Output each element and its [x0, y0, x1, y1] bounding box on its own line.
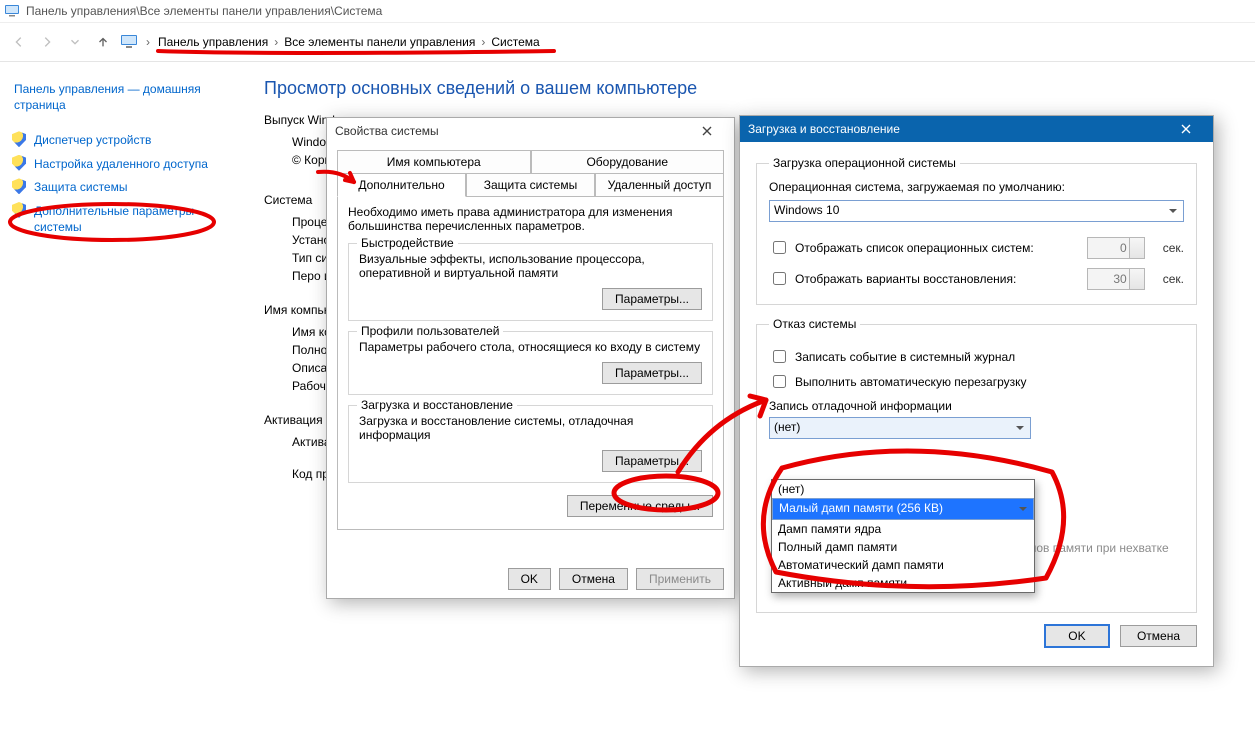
- env-vars-button[interactable]: Переменные среды...: [567, 495, 713, 517]
- ok-button[interactable]: OK: [1045, 625, 1108, 647]
- dropdown-option[interactable]: (нет): [772, 480, 1034, 498]
- group-desc: Загрузка и восстановление системы, отлад…: [359, 414, 702, 442]
- sidebar-system-protection-link[interactable]: Защита системы: [12, 176, 232, 200]
- group-label: Отказ системы: [769, 317, 860, 331]
- dropdown-option[interactable]: Полный дамп памяти: [772, 538, 1034, 556]
- dropdown-option[interactable]: Дамп памяти ядра: [772, 520, 1034, 538]
- admin-note: Необходимо иметь права администратора дл…: [348, 205, 713, 233]
- breadcrumb-item[interactable]: Все элементы панели управления: [284, 35, 475, 49]
- tab-hardware[interactable]: Оборудование: [531, 150, 725, 174]
- apply-button[interactable]: Применить: [636, 568, 724, 590]
- tab-pane-advanced: Необходимо иметь права администратора дл…: [337, 197, 724, 530]
- default-os-select[interactable]: Windows 10: [769, 200, 1184, 222]
- dump-type-dropdown-list[interactable]: (нет) Малый дамп памяти (256 КВ) Дамп па…: [771, 479, 1035, 593]
- chevron-right-icon[interactable]: ›: [144, 35, 152, 49]
- log-event-checkbox[interactable]: Записать событие в системный журнал: [769, 347, 1184, 366]
- dropdown-option[interactable]: Автоматический дамп памяти: [772, 556, 1034, 574]
- nav-up-icon[interactable]: [92, 31, 114, 53]
- tab-computer-name[interactable]: Имя компьютера: [337, 150, 531, 174]
- seconds-unit: сек.: [1163, 241, 1184, 255]
- addressbar-system-icon[interactable]: [120, 32, 138, 53]
- group-startup-recovery: Загрузка и восстановление Загрузка и вос…: [348, 405, 713, 483]
- sidebar-device-manager-link[interactable]: Диспетчер устройств: [12, 129, 232, 153]
- seconds-unit: сек.: [1163, 272, 1184, 286]
- tab-advanced[interactable]: Дополнительно: [337, 173, 466, 197]
- show-recovery-checkbox[interactable]: Отображать варианты восстановления:: [769, 269, 1016, 288]
- chevron-right-icon: ›: [479, 35, 487, 49]
- group-label: Быстродействие: [357, 236, 458, 250]
- sidebar: Панель управления — домашняя страница Ди…: [0, 60, 244, 737]
- dialog-title: Свойства системы: [335, 118, 439, 144]
- group-label: Загрузка операционной системы: [769, 156, 960, 170]
- nav-recent-icon[interactable]: [64, 31, 86, 53]
- group-system-boot: Загрузка операционной системы Операционн…: [756, 156, 1197, 305]
- group-desc: Параметры рабочего стола, относящиеся ко…: [359, 340, 702, 354]
- cancel-button[interactable]: Отмена: [1120, 625, 1197, 647]
- default-os-label: Операционная система, загружаемая по умо…: [769, 180, 1184, 194]
- dialog-titlebar[interactable]: Загрузка и восстановление: [740, 116, 1213, 142]
- group-label: Загрузка и восстановление: [357, 398, 517, 412]
- tab-remote[interactable]: Удаленный доступ: [595, 173, 724, 197]
- system-icon: [4, 2, 26, 21]
- group-performance: Быстродействие Визуальные эффекты, испол…: [348, 243, 713, 321]
- os-list-seconds-spinner[interactable]: 0: [1087, 237, 1131, 259]
- sidebar-remote-settings-link[interactable]: Настройка удаленного доступа: [12, 153, 232, 177]
- nav-back-icon[interactable]: [8, 31, 30, 53]
- close-icon[interactable]: [688, 120, 726, 142]
- group-user-profiles: Профили пользователей Параметры рабочего…: [348, 331, 713, 395]
- dropdown-option[interactable]: Активный дамп памяти: [772, 574, 1034, 592]
- group-label: Профили пользователей: [357, 324, 503, 338]
- dropdown-option-selected[interactable]: Малый дамп памяти (256 КВ): [772, 498, 1034, 520]
- page-title: Просмотр основных сведений о вашем компь…: [264, 78, 1235, 99]
- cancel-button[interactable]: Отмена: [559, 568, 628, 590]
- dump-type-label: Запись отладочной информации: [769, 399, 1184, 413]
- close-icon[interactable]: [1167, 118, 1205, 140]
- group-desc: Визуальные эффекты, использование процес…: [359, 252, 702, 280]
- breadcrumb-item[interactable]: Панель управления: [158, 35, 268, 49]
- ok-button[interactable]: OK: [508, 568, 551, 590]
- recovery-seconds-spinner[interactable]: 30: [1087, 268, 1131, 290]
- dialog-title: Загрузка и восстановление: [748, 116, 900, 142]
- show-os-list-checkbox[interactable]: Отображать список операционных систем:: [769, 238, 1034, 257]
- auto-restart-checkbox[interactable]: Выполнить автоматическую перезагрузку: [769, 372, 1184, 391]
- dump-type-select[interactable]: (нет): [769, 417, 1031, 439]
- nav-forward-icon[interactable]: [36, 31, 58, 53]
- chevron-right-icon: ›: [272, 35, 280, 49]
- window-title: Панель управления\Все элементы панели уп…: [26, 4, 382, 18]
- window-titlebar: Панель управления\Все элементы панели уп…: [0, 0, 1255, 23]
- sidebar-advanced-system-link[interactable]: Дополнительные параметры системы: [12, 200, 232, 239]
- tab-protection[interactable]: Защита системы: [466, 173, 595, 197]
- nav-toolbar: › Панель управления › Все элементы панел…: [0, 23, 1255, 62]
- profiles-settings-button[interactable]: Параметры...: [602, 362, 702, 384]
- startup-recovery-settings-button[interactable]: Параметры...: [602, 450, 702, 472]
- breadcrumb-item[interactable]: Система: [491, 35, 539, 49]
- performance-settings-button[interactable]: Параметры...: [602, 288, 702, 310]
- system-properties-dialog: Свойства системы Имя компьютера Оборудов…: [326, 117, 735, 599]
- breadcrumb: Панель управления › Все элементы панели …: [158, 35, 540, 49]
- dialog-titlebar[interactable]: Свойства системы: [327, 118, 734, 144]
- sidebar-home-link[interactable]: Панель управления — домашняя страница: [12, 78, 232, 117]
